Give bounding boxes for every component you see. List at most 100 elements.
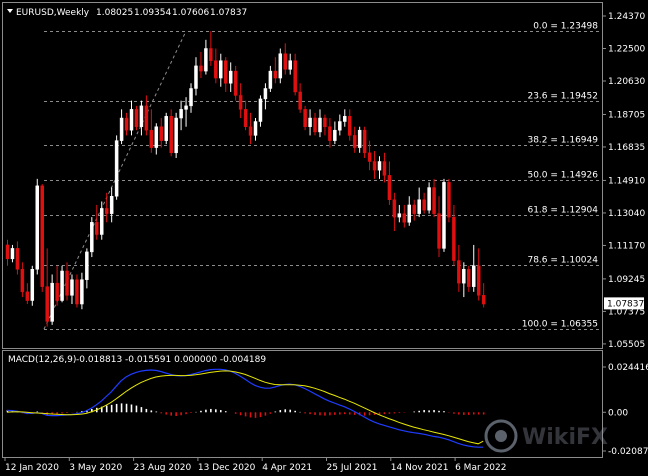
candle-body (268, 70, 273, 89)
candle-body (40, 185, 44, 287)
candle-body (5, 244, 10, 260)
candle-body (318, 117, 322, 133)
candle-body (476, 265, 481, 296)
candle-body (377, 161, 382, 171)
candle-body (114, 140, 119, 197)
candle-body (204, 48, 208, 72)
price-tick-label: 1.16835 (608, 143, 645, 153)
macd-line (6, 368, 484, 448)
candle-body (15, 248, 20, 270)
price-tick-label: 1.24370 (608, 12, 645, 22)
low-value: 1.07606 (172, 8, 209, 18)
chart-window: 0.0 = 1.23498 23.6 = 1.19452 38.2 = 1.1694… (2, 2, 648, 473)
candle-body (214, 60, 218, 79)
candle-body (427, 187, 431, 211)
time-tick-label: 23 Aug 2020 (134, 463, 192, 473)
fibonacci-retracement[interactable]: 0.0 = 1.23498 23.6 = 1.19452 38.2 = 1.1694… (44, 22, 600, 330)
wikifx-watermark: WikiFX (484, 419, 608, 453)
candle-body (60, 270, 64, 301)
fib-level-label: 0.0 = 1.23498 (533, 22, 598, 32)
candle-body (174, 117, 178, 154)
time-axis[interactable]: 12 Jan 2020 3 May 2020 23 Aug 2020 13 Dec 2… (4, 457, 506, 473)
candle-body (199, 65, 203, 72)
candle-body (343, 116, 347, 122)
candle-body (144, 105, 149, 131)
macd-tick-label: -0.020873 (608, 447, 648, 457)
price-tick-label: 1.22500 (608, 45, 645, 55)
candle-body (471, 265, 476, 287)
watermark-text: WikiFX (522, 425, 608, 450)
candle-body (417, 199, 421, 214)
candle-body (387, 175, 392, 200)
candle-body (154, 126, 159, 148)
candle-body (258, 98, 263, 122)
time-tick-label: 14 Nov 2021 (391, 463, 449, 473)
candle-body (313, 117, 317, 133)
candle-body (139, 105, 144, 127)
candle-body (467, 269, 471, 287)
high-value: 1.09354 (134, 8, 171, 18)
candle-body (442, 182, 446, 249)
candle-body (238, 95, 243, 110)
candle-body (25, 291, 30, 301)
candle-body (228, 70, 233, 84)
candle-body (253, 121, 258, 136)
candle-body (233, 70, 238, 96)
macd-tick-label: 0.024416 (608, 363, 648, 373)
candle-body (412, 204, 416, 214)
candle-body (65, 270, 69, 296)
fib-level-label: 23.6 = 1.19452 (527, 92, 598, 102)
candle-body (457, 260, 461, 284)
candle-body (99, 208, 104, 235)
candle-body (362, 129, 367, 154)
candle-body (402, 213, 407, 223)
candle-body (109, 196, 114, 214)
candle-body (352, 135, 357, 148)
price-tick-label: 1.13040 (608, 209, 645, 219)
candle-body (104, 208, 109, 214)
candle-body (447, 182, 451, 218)
price-tick-label: 1.09245 (608, 275, 645, 285)
fib-level-label: 38.2 = 1.16949 (527, 136, 598, 146)
time-tick-label: 12 Jan 2020 (5, 463, 59, 473)
candle-body (70, 279, 74, 296)
candle-body (481, 295, 486, 305)
candle-body (372, 161, 377, 171)
candle-body (263, 88, 268, 100)
candle-body (50, 282, 54, 322)
candle-body (124, 117, 129, 131)
candle-body (437, 213, 441, 249)
candle-body (119, 117, 124, 141)
candle-body (303, 109, 307, 127)
candle-body (75, 279, 79, 305)
candle-body (159, 126, 164, 141)
macd-values: -0.018813 -0.015591 0.000000 -0.004189 (76, 355, 266, 365)
candle-body (347, 116, 352, 136)
candle-body (55, 282, 59, 301)
candle-body (80, 279, 84, 305)
fib-level-label: 50.0 = 1.14926 (527, 171, 598, 181)
candle-body (45, 286, 49, 322)
candle-body (134, 109, 139, 127)
candle-body (382, 161, 387, 176)
time-tick-label: 4 Apr 2021 (262, 463, 312, 473)
price-tick-label: 1.05505 (608, 340, 645, 350)
candle-body (149, 129, 154, 148)
candle-body (223, 60, 228, 84)
price-tick-label: 1.11170 (608, 241, 645, 251)
current-price-label: 1.07837 (607, 299, 644, 309)
candle-body (407, 204, 412, 223)
macd-indicator (6, 368, 485, 448)
candle-body (273, 70, 278, 79)
price-axis[interactable]: 1.24370 1.22500 1.20630 1.18705 1.16835 1.149… (602, 12, 645, 350)
symbol-label: EURUSD,Weekly (16, 8, 90, 18)
candle-body (452, 216, 456, 261)
fib-level-label: 100.0 = 1.06355 (522, 320, 598, 330)
candle-body (288, 60, 292, 70)
candlestick-series (5, 31, 486, 327)
macd-axis: 0.024416 0.00 -0.020873 (602, 363, 648, 457)
candle-body (169, 116, 173, 154)
time-tick-label: 6 Mar 2022 (455, 463, 506, 473)
candle-body (283, 53, 288, 70)
dropdown-triangle-icon[interactable] (7, 9, 13, 13)
